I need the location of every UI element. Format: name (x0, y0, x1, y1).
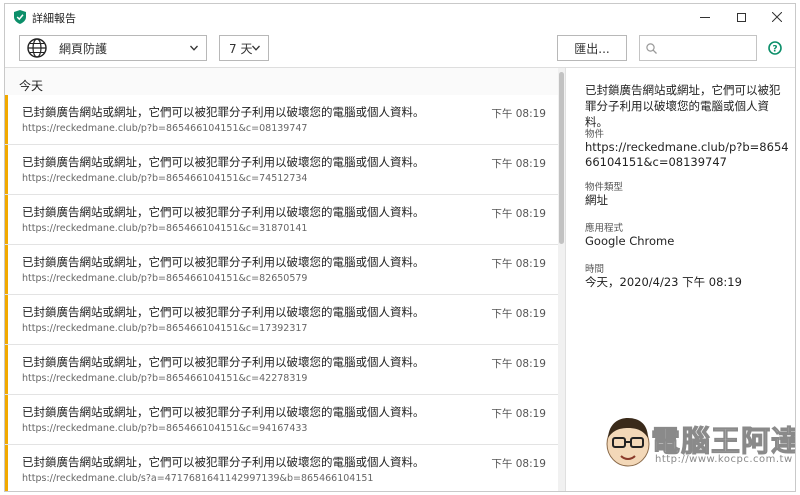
export-button[interactable]: 匯出... (557, 35, 627, 61)
item-title: 已封鎖廣告網站或網址，它們可以被犯罪分子利用以破壞您的電腦或個人資料。 (22, 355, 425, 369)
accent-bar (5, 295, 8, 344)
search-icon (646, 43, 657, 54)
shield-logo-icon (14, 10, 26, 24)
accent-bar (5, 145, 8, 194)
list-item[interactable]: 已封鎖廣告網站或網址，它們可以被犯罪分子利用以破壞您的電腦或個人資料。 http… (5, 245, 558, 295)
minimize-button[interactable] (687, 4, 723, 30)
list-item[interactable]: 已封鎖廣告網站或網址，它們可以被犯罪分子利用以破壞您的電腦或個人資料。 http… (5, 295, 558, 345)
globe-icon (27, 38, 47, 58)
watermark-url: http://www.kocpc.com.tw (655, 454, 793, 465)
item-url: https://reckedmane.club/p?b=865466104151… (22, 273, 308, 284)
category-select[interactable]: 網頁防護 (19, 35, 207, 61)
item-title: 已封鎖廣告網站或網址，它們可以被犯罪分子利用以破壞您的電腦或個人資料。 (22, 455, 425, 469)
accent-bar (5, 95, 8, 144)
chevron-down-icon (252, 45, 260, 51)
item-time: 下午 08:19 (491, 408, 546, 420)
item-url: https://reckedmane.club/p?b=865466104151… (22, 123, 308, 134)
list-item[interactable]: 已封鎖廣告網站或網址，它們可以被犯罪分子利用以破壞您的電腦或個人資料。 http… (5, 195, 558, 245)
accent-bar (5, 245, 8, 294)
event-list: 已封鎖廣告網站或網址，它們可以被犯罪分子利用以破壞您的電腦或個人資料。 http… (5, 95, 558, 491)
event-list-pane: 今天 已封鎖廣告網站或網址，它們可以被犯罪分子利用以破壞您的電腦或個人資料。 h… (5, 68, 565, 491)
item-title: 已封鎖廣告網站或網址，它們可以被犯罪分子利用以破壞您的電腦或個人資料。 (22, 405, 425, 419)
object-value: https://reckedmane.club/p?b=865466104151… (585, 140, 789, 169)
list-scrollbar[interactable] (558, 68, 565, 491)
time-label: 時間 (585, 264, 605, 275)
item-title: 已封鎖廣告網站或網址，它們可以被犯罪分子利用以破壞您的電腦或個人資料。 (22, 105, 425, 119)
mascot-face-icon (606, 418, 650, 467)
help-icon[interactable]: ? (768, 41, 782, 55)
time-value: 今天，2020/4/23 下午 08:19 (585, 275, 742, 289)
period-select[interactable]: 7 天 (219, 35, 269, 61)
accent-bar (5, 445, 8, 491)
item-time: 下午 08:19 (491, 358, 546, 370)
close-button[interactable] (759, 4, 795, 30)
maximize-button[interactable] (723, 4, 759, 30)
svg-text:?: ? (772, 44, 777, 54)
title-bar: 詳細報告 (5, 4, 795, 30)
accent-bar (5, 195, 8, 244)
category-label: 網頁防護 (59, 41, 108, 56)
item-time: 下午 08:19 (491, 158, 546, 170)
report-window: 詳細報告 網頁防護 7 天 匯出... ? 今天 已封鎖廣告網站或網址，它們可以… (4, 3, 796, 492)
item-url: https://reckedmane.club/s?a=471768164114… (22, 473, 374, 484)
item-time: 下午 08:19 (491, 208, 546, 220)
period-label: 7 天 (229, 41, 253, 56)
item-url: https://reckedmane.club/p?b=865466104151… (22, 223, 308, 234)
search-input[interactable] (662, 39, 754, 57)
item-title: 已封鎖廣告網站或網址，它們可以被犯罪分子利用以破壞您的電腦或個人資料。 (22, 255, 425, 269)
item-time: 下午 08:19 (491, 108, 546, 120)
item-time: 下午 08:19 (491, 308, 546, 320)
item-url: https://reckedmane.club/p?b=865466104151… (22, 423, 308, 434)
search-box[interactable] (639, 35, 757, 61)
item-url: https://reckedmane.club/p?b=865466104151… (22, 323, 308, 334)
item-url: https://reckedmane.club/p?b=865466104151… (22, 173, 308, 184)
section-header-today: 今天 (19, 79, 44, 93)
application-value: Google Chrome (585, 234, 675, 248)
object-type-label: 物件類型 (585, 182, 624, 193)
object-label: 物件 (585, 129, 605, 140)
detail-description: 已封鎖廣告網站或網址，它們可以被犯罪分子利用以破壞您的電腦或個人資料。 (585, 83, 781, 129)
close-icon (772, 12, 782, 22)
item-title: 已封鎖廣告網站或網址，它們可以被犯罪分子利用以破壞您的電腦或個人資料。 (22, 205, 425, 219)
object-type-value: 網址 (585, 193, 608, 207)
list-item[interactable]: 已封鎖廣告網站或網址，它們可以被犯罪分子利用以破壞您的電腦或個人資料。 http… (5, 345, 558, 395)
list-item[interactable]: 已封鎖廣告網站或網址，它們可以被犯罪分子利用以破壞您的電腦或個人資料。 http… (5, 145, 558, 195)
application-label: 應用程式 (585, 223, 624, 234)
chevron-down-icon (190, 45, 198, 51)
watermark: 電腦王阿達 http://www.kocpc.com.tw (603, 414, 795, 472)
item-time: 下午 08:19 (491, 458, 546, 470)
item-title: 已封鎖廣告網站或網址，它們可以被犯罪分子利用以破壞您的電腦或個人資料。 (22, 155, 425, 169)
accent-bar (5, 395, 8, 444)
item-url: https://reckedmane.club/p?b=865466104151… (22, 373, 308, 384)
scrollbar-thumb[interactable] (559, 72, 564, 244)
window-title: 詳細報告 (32, 12, 76, 25)
item-time: 下午 08:19 (491, 258, 546, 270)
maximize-icon (736, 12, 746, 22)
item-title: 已封鎖廣告網站或網址，它們可以被犯罪分子利用以破壞您的電腦或個人資料。 (22, 305, 425, 319)
list-item[interactable]: 已封鎖廣告網站或網址，它們可以被犯罪分子利用以破壞您的電腦或個人資料。 http… (5, 95, 558, 145)
list-item[interactable]: 已封鎖廣告網站或網址，它們可以被犯罪分子利用以破壞您的電腦或個人資料。 http… (5, 445, 558, 491)
minimize-icon (700, 16, 710, 18)
accent-bar (5, 345, 8, 394)
list-item[interactable]: 已封鎖廣告網站或網址，它們可以被犯罪分子利用以破壞您的電腦或個人資料。 http… (5, 395, 558, 445)
